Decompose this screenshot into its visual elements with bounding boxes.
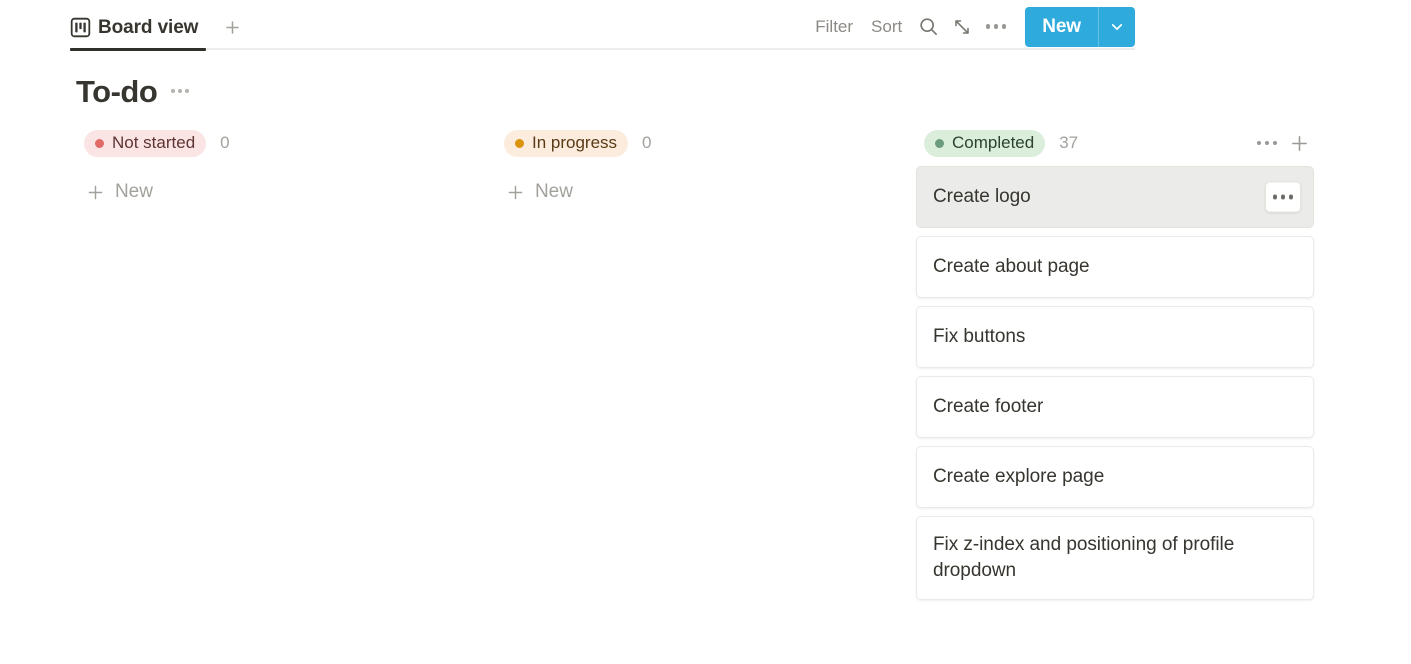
board-card-title: Create logo (933, 185, 1031, 207)
board-card[interactable]: Create logo (916, 166, 1314, 228)
board-column-in-progress: In progress 0 New (496, 126, 916, 212)
tab-board-view[interactable]: Board view (70, 6, 207, 51)
filter-button[interactable]: Filter (806, 12, 862, 42)
board-card[interactable]: Fix buttons (916, 306, 1314, 368)
column-count: 0 (220, 133, 230, 152)
view-more-button[interactable] (979, 11, 1013, 43)
board-column-completed: Completed 37 Create logo Create about page F… (916, 126, 1336, 601)
plus-icon (508, 185, 523, 199)
view-header-inner: Board view Filter Sort New (70, 6, 1135, 51)
tab-board-view-label: Board view (98, 16, 199, 38)
expand-button[interactable] (945, 11, 979, 43)
add-view-button[interactable] (218, 14, 246, 42)
view-header-bar: Board view Filter Sort New (0, 0, 1411, 51)
view-tabs: Board view (70, 6, 246, 51)
column-header: In progress 0 (496, 126, 894, 160)
view-toolbar: Filter Sort New (806, 6, 1135, 49)
column-count: 37 (1059, 133, 1079, 152)
board-card-title: Create footer (933, 395, 1044, 417)
board-container: Not started 0 New In progress 0 New Completed 3… (0, 126, 1411, 601)
status-label: In progress (532, 133, 618, 152)
board-column-not-started: Not started 0 New (76, 126, 496, 212)
board-card-menu-button[interactable] (1265, 181, 1301, 213)
new-button-dropdown[interactable] (1099, 7, 1135, 47)
board-card-title: Fix z-index and positioning of profile d… (933, 534, 1235, 582)
expand-diagonal-arrows-icon (955, 19, 969, 34)
database-title-row: To-do (76, 72, 1411, 110)
status-dot-icon (935, 138, 944, 148)
plus-icon (1291, 135, 1307, 151)
search-button[interactable] (911, 11, 945, 43)
column-new-card-button[interactable]: New (76, 172, 474, 212)
status-label: Not started (112, 133, 196, 152)
board-card-title: Fix buttons (933, 325, 1026, 347)
status-badge[interactable]: In progress (504, 129, 629, 157)
status-dot-icon (95, 138, 104, 148)
plus-icon (88, 185, 103, 199)
column-header-actions (1254, 130, 1312, 156)
column-more-button[interactable] (1254, 130, 1280, 156)
column-header: Not started 0 (76, 126, 474, 160)
ellipsis-icon (1256, 140, 1278, 146)
page-title: To-do (76, 73, 158, 109)
column-add-card-button[interactable] (1286, 130, 1312, 156)
board-card[interactable]: Create footer (916, 376, 1314, 438)
chevron-down-icon (1111, 23, 1123, 30)
board-card[interactable]: Fix z-index and positioning of profile d… (916, 516, 1314, 601)
board-card-title: Create about page (933, 255, 1090, 277)
ellipsis-icon (985, 24, 1007, 29)
database-title-menu-button[interactable] (169, 83, 191, 99)
tab-active-underline (70, 48, 207, 51)
plus-icon (226, 21, 239, 34)
status-badge[interactable]: Completed (924, 129, 1046, 157)
column-count: 0 (642, 133, 652, 152)
status-badge[interactable]: Not started (84, 129, 207, 157)
column-cards: Create logo Create about page Fix buttons C… (916, 166, 1314, 601)
board-card[interactable]: Create about page (916, 236, 1314, 298)
column-new-card-label: New (535, 181, 573, 202)
search-icon (920, 18, 937, 35)
status-dot-icon (515, 138, 524, 148)
board-card-title: Create explore page (933, 465, 1105, 487)
new-button-group: New (1025, 6, 1135, 47)
sort-button[interactable]: Sort (862, 12, 911, 42)
board-view-icon (70, 17, 91, 38)
column-new-card-label: New (115, 181, 153, 202)
new-button[interactable]: New (1025, 7, 1098, 47)
ellipsis-icon (1272, 194, 1294, 200)
column-header: Completed 37 (916, 126, 1314, 160)
board-card[interactable]: Create explore page (916, 446, 1314, 508)
status-label: Completed (952, 133, 1035, 152)
column-new-card-button[interactable]: New (496, 172, 894, 212)
